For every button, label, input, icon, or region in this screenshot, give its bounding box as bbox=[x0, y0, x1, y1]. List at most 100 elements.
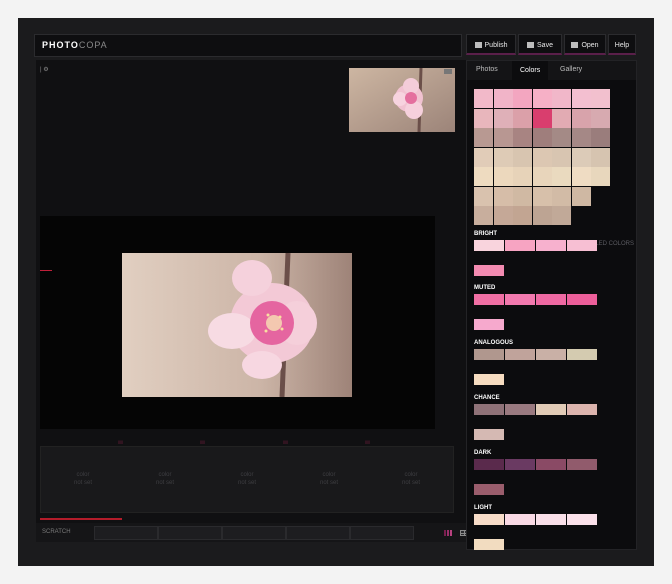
palette-swatch[interactable] bbox=[505, 459, 535, 470]
slot-marker: ||||| bbox=[118, 439, 124, 444]
scratch-cell[interactable] bbox=[286, 526, 350, 540]
sampled-swatch[interactable] bbox=[532, 128, 552, 147]
palette-swatch[interactable] bbox=[505, 294, 535, 305]
sampled-swatch[interactable] bbox=[493, 147, 513, 167]
tab-photos[interactable]: Photos bbox=[476, 66, 498, 73]
photo-thumbnail[interactable] bbox=[349, 68, 455, 132]
scratch-cell[interactable] bbox=[350, 526, 414, 540]
palette-swatch[interactable] bbox=[536, 294, 566, 305]
palette-swatch[interactable] bbox=[474, 514, 504, 525]
open-button[interactable]: Open bbox=[564, 34, 606, 55]
sampled-swatch[interactable] bbox=[571, 186, 591, 206]
palette-swatch[interactable] bbox=[474, 374, 504, 385]
main-photo[interactable] bbox=[122, 253, 352, 397]
palette-swatch[interactable] bbox=[474, 459, 504, 470]
sampled-swatch[interactable] bbox=[532, 89, 552, 108]
palette-swatch[interactable] bbox=[505, 349, 535, 360]
save-button[interactable]: Save bbox=[518, 34, 562, 55]
sampled-swatch[interactable] bbox=[474, 167, 493, 186]
color-slot[interactable]: color not set bbox=[65, 471, 101, 487]
sampled-swatch[interactable] bbox=[532, 206, 552, 225]
sampled-swatch[interactable] bbox=[532, 186, 552, 206]
palette-swatch[interactable] bbox=[567, 514, 597, 525]
palette-swatch[interactable] bbox=[567, 459, 597, 470]
sampled-swatch[interactable] bbox=[513, 89, 532, 108]
thumbnail-menu-icon[interactable] bbox=[444, 69, 452, 74]
tab-gallery[interactable]: Gallery bbox=[560, 66, 582, 73]
color-slot[interactable]: color not set bbox=[311, 471, 347, 487]
scratch-cell[interactable] bbox=[158, 526, 222, 540]
sampled-swatch[interactable] bbox=[493, 108, 513, 128]
sampled-swatch[interactable] bbox=[571, 89, 591, 108]
palette-swatch[interactable] bbox=[567, 404, 597, 415]
sampled-swatch[interactable] bbox=[571, 167, 591, 186]
sampled-swatch[interactable] bbox=[571, 128, 591, 147]
sampled-swatch[interactable] bbox=[571, 147, 591, 167]
sampled-swatch[interactable] bbox=[552, 147, 571, 167]
color-slot[interactable]: color not set bbox=[147, 471, 183, 487]
scratch-cell[interactable] bbox=[94, 526, 158, 540]
palette-swatch[interactable] bbox=[505, 514, 535, 525]
sampled-swatch[interactable] bbox=[552, 206, 571, 225]
palette-swatch[interactable] bbox=[474, 349, 504, 360]
palette-swatch[interactable] bbox=[474, 539, 504, 550]
palette-swatch[interactable] bbox=[474, 429, 504, 440]
publish-button[interactable]: Publish bbox=[466, 34, 516, 55]
sampled-swatch[interactable] bbox=[532, 167, 552, 186]
palette-swatch[interactable] bbox=[536, 404, 566, 415]
sampled-swatch[interactable] bbox=[532, 147, 552, 167]
sampled-swatch[interactable] bbox=[552, 186, 571, 206]
sampled-swatch[interactable] bbox=[591, 167, 610, 186]
workspace-settings-control[interactable]: | ⚙ bbox=[40, 66, 49, 73]
sampled-swatch[interactable] bbox=[493, 186, 513, 206]
palette-swatch[interactable] bbox=[474, 404, 504, 415]
sampled-swatch[interactable] bbox=[513, 108, 532, 128]
palette-swatch[interactable] bbox=[474, 319, 504, 330]
sampled-swatch[interactable] bbox=[591, 147, 610, 167]
sampled-swatch[interactable] bbox=[513, 167, 532, 186]
color-slot[interactable]: color not set bbox=[229, 471, 265, 487]
palette-swatch[interactable] bbox=[474, 484, 504, 495]
palette-swatch[interactable] bbox=[567, 294, 597, 305]
sampled-swatch[interactable] bbox=[474, 108, 493, 128]
sampled-swatch[interactable] bbox=[474, 206, 493, 225]
sampled-swatch[interactable] bbox=[493, 167, 513, 186]
scratch-cell[interactable] bbox=[222, 526, 286, 540]
sampled-swatch[interactable] bbox=[513, 128, 532, 147]
palette-swatch[interactable] bbox=[536, 240, 566, 251]
sampled-swatch[interactable] bbox=[591, 89, 610, 108]
sampled-swatch[interactable] bbox=[513, 186, 532, 206]
sampled-swatch[interactable] bbox=[513, 147, 532, 167]
sampled-swatch[interactable] bbox=[474, 89, 493, 108]
sampled-swatch[interactable] bbox=[591, 128, 610, 147]
sampled-swatch[interactable] bbox=[571, 108, 591, 128]
palette-icon[interactable] bbox=[444, 530, 453, 536]
sampled-swatch[interactable] bbox=[552, 128, 571, 147]
palette-swatch[interactable] bbox=[567, 240, 597, 251]
sampled-swatch[interactable] bbox=[552, 89, 571, 108]
help-button[interactable]: Help bbox=[608, 34, 636, 55]
slot-marker: ||||| bbox=[365, 439, 371, 444]
sampled-swatch[interactable] bbox=[493, 128, 513, 147]
palette-swatch[interactable] bbox=[536, 459, 566, 470]
sampled-swatch[interactable] bbox=[552, 167, 571, 186]
palette-swatch[interactable] bbox=[505, 240, 535, 251]
palette-swatch[interactable] bbox=[505, 404, 535, 415]
sampled-swatch[interactable] bbox=[532, 108, 552, 128]
color-slot[interactable]: color not set bbox=[393, 471, 429, 487]
sampled-swatch[interactable] bbox=[513, 206, 532, 225]
sampled-swatch[interactable] bbox=[493, 206, 513, 225]
palette-swatch[interactable] bbox=[567, 349, 597, 360]
sampled-swatch[interactable] bbox=[552, 108, 571, 128]
sampled-swatch[interactable] bbox=[474, 128, 493, 147]
palette-swatch[interactable] bbox=[536, 514, 566, 525]
palette-swatch[interactable] bbox=[474, 294, 504, 305]
palette-swatch[interactable] bbox=[536, 349, 566, 360]
sampled-swatch[interactable] bbox=[591, 108, 610, 128]
sampled-swatch[interactable] bbox=[474, 186, 493, 206]
palette-swatch[interactable] bbox=[474, 240, 504, 251]
sampled-swatch[interactable] bbox=[474, 147, 493, 167]
tab-colors[interactable]: Colors bbox=[512, 61, 549, 80]
palette-swatch[interactable] bbox=[474, 265, 504, 276]
sampled-swatch[interactable] bbox=[493, 89, 513, 108]
